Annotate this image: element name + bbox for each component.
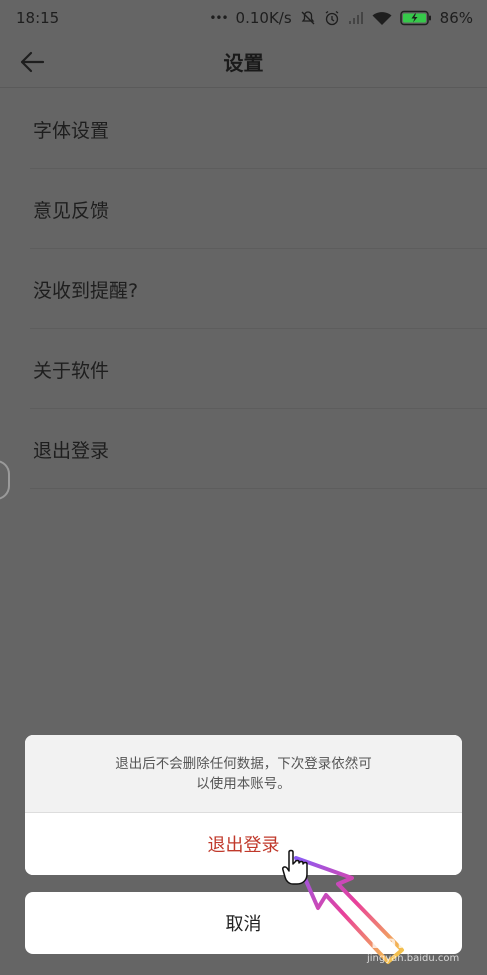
signal-icon [348, 11, 364, 25]
network-speed: 0.10K/s [235, 9, 292, 27]
alarm-icon [324, 10, 340, 26]
back-arrow-icon [20, 51, 45, 73]
settings-item-label: 关于软件 [33, 359, 110, 382]
watermark-url: jingyan.baidu.com [367, 953, 460, 964]
settings-item-label: 字体设置 [33, 119, 110, 142]
dialog-message-line1: 退出后不会删除任何数据，下次登录依然可 [115, 755, 372, 772]
dialog-message: 退出后不会删除任何数据，下次登录依然可 以使用本账号。 [25, 735, 462, 813]
settings-item-feedback[interactable]: 意见反馈 [0, 169, 487, 249]
status-time: 18:15 [16, 9, 60, 27]
wifi-icon [372, 11, 392, 26]
page-title: 设置 [223, 51, 264, 75]
status-bar: 18:15 ••• 0.10K/s 86% [0, 0, 487, 36]
back-button[interactable] [16, 46, 48, 78]
settings-item-label: 意见反馈 [33, 199, 110, 222]
cancel-button[interactable]: 取消 [25, 892, 462, 954]
settings-item-about[interactable]: 关于软件 [0, 329, 487, 409]
battery-percent: 86% [439, 9, 473, 27]
settings-list: 字体设置 意见反馈 没收到提醒? 关于软件 退出登录 [0, 89, 487, 489]
settings-item-logout[interactable]: 退出登录 [0, 409, 487, 489]
battery-charging-icon [399, 10, 432, 26]
settings-item-no-reminder[interactable]: 没收到提醒? [0, 249, 487, 329]
more-dots-icon: ••• [209, 11, 228, 25]
settings-item-font[interactable]: 字体设置 [0, 89, 487, 169]
mute-icon [300, 10, 316, 26]
header: 设置 [0, 36, 487, 88]
dialog-message-line2: 以使用本账号。 [196, 775, 291, 792]
settings-item-label: 没收到提醒? [33, 279, 139, 302]
status-indicators: ••• 0.10K/s 86% [209, 9, 473, 27]
settings-item-label: 退出登录 [33, 439, 110, 462]
logout-dialog: 退出后不会删除任何数据，下次登录依然可 以使用本账号。 退出登录 [25, 735, 462, 875]
confirm-logout-button[interactable]: 退出登录 [25, 813, 462, 875]
